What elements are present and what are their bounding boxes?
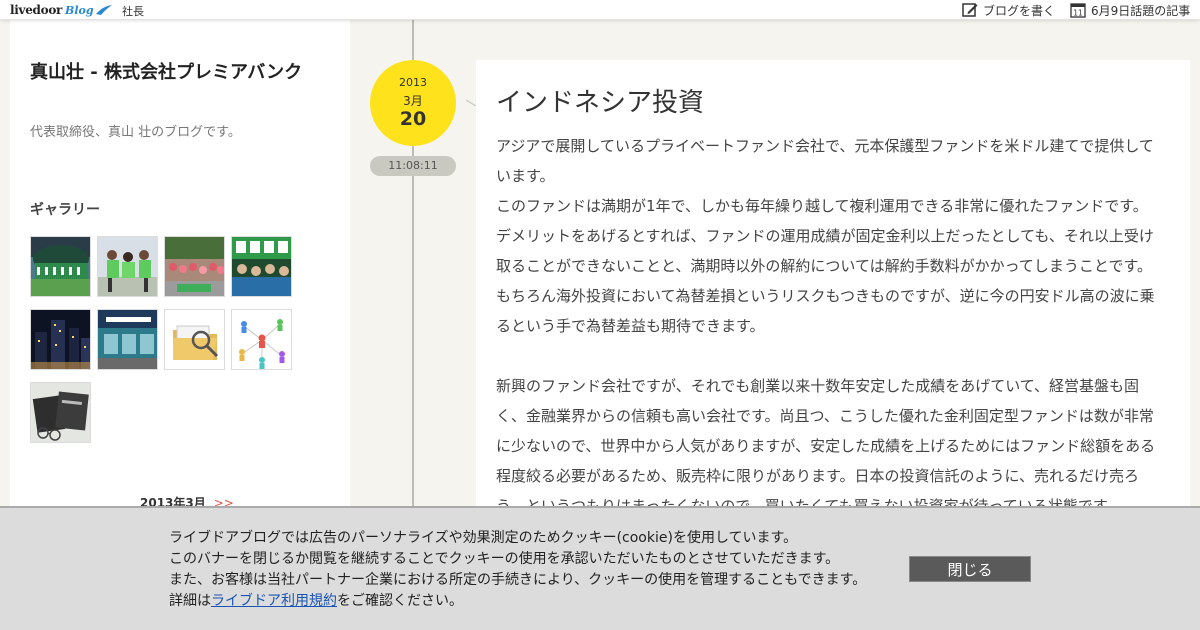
post-date-day: 20 xyxy=(399,108,427,130)
article-card: インドネシア投資 アジアで展開しているプライベートファンド会社で、元本保護型ファ… xyxy=(476,60,1190,506)
cookie-detail-suffix: をご確認ください。 xyxy=(337,593,463,609)
gallery-thumbnail-celebration[interactable] xyxy=(231,236,292,297)
cookie-notice-line: 詳細はライブドア利用規約をご確認ください。 xyxy=(169,591,866,612)
article-paragraph: アジアで展開しているプライベートファンド会社で、元本保護型ファンドを米ドル建てで… xyxy=(496,137,1154,185)
pencil-square-icon xyxy=(962,3,978,17)
cookie-close-button[interactable]: 閉じる xyxy=(909,556,1031,582)
article-paragraph: このファンドは満期が1年で、しかも毎年繰り越して複利運用できる非常に優れたファン… xyxy=(496,197,1148,215)
trending-articles-label: 6月9日話題の記事 xyxy=(1091,3,1191,18)
cookie-notice-text: ライブドアブログでは広告のパーソナライズや効果測定のためクッキー(cookie)… xyxy=(169,528,866,612)
gallery-thumbnail-folder-magnifier[interactable] xyxy=(164,309,225,370)
cookie-consent-banner: ライブドアブログでは広告のパーソナライズや効果測定のためクッキー(cookie)… xyxy=(0,506,1200,630)
article-paragraph: もちろん海外投資において為替差損というリスクもつきものですが、逆に今の円安ドル高… xyxy=(496,287,1155,335)
post-date-month: 3月 xyxy=(403,94,423,108)
cookie-notice-line: ライブドアブログでは広告のパーソナライズや効果測定のためクッキー(cookie)… xyxy=(169,530,798,546)
write-blog-label: ブログを書く xyxy=(983,3,1056,18)
sidebar: 真山壮 - 株式会社プレミアバンク 代表取締役、真山 壮のブログです。 ギャラリ… xyxy=(10,20,350,510)
article-body: アジアで展開しているプライベートファンド会社で、元本保護型ファンドを米ドル建てで… xyxy=(496,131,1164,506)
user-link[interactable]: 社長 xyxy=(122,3,144,19)
post-date-year: 2013 xyxy=(399,76,427,89)
article-title[interactable]: インドネシア投資 xyxy=(496,82,704,119)
gallery-thumbnail-night-city[interactable] xyxy=(30,309,91,370)
terms-of-service-link[interactable]: ライブドア利用規約 xyxy=(211,593,337,609)
cookie-notice-line: また、お客様は当社パートナー企業における所定の手続きにより、クッキーの使用を管理… xyxy=(169,572,867,588)
cookie-notice-line: このバナーを閉じるか閲覧を継続することでクッキーの使用を承認いただいたものとさせ… xyxy=(169,551,840,567)
write-blog-link[interactable]: ブログを書く xyxy=(962,1,1055,19)
calendar-icon: 11 xyxy=(1070,3,1086,18)
logo-swoosh-icon xyxy=(95,5,112,15)
logo-wordmark: livedoor xyxy=(10,3,63,17)
gallery-thumbnail-network-people[interactable] xyxy=(231,309,292,370)
post-date-badge: 2013 3月 20 xyxy=(370,60,456,146)
post-time: 11:08:11 xyxy=(370,156,456,176)
gallery-thumbnail-stadium[interactable] xyxy=(30,236,91,297)
gallery-thumbnail-team-huddle[interactable] xyxy=(97,236,158,297)
logo-blog-word: Blog xyxy=(65,3,94,17)
top-navigation-bar: livedoor Blog 社長 ブログを書く 11 6月9日話題の記事 xyxy=(0,0,1200,20)
article-paragraph: デメリットをあげるとすれば、ファンドの運用成績が固定金利以上だったとしても、それ… xyxy=(496,227,1154,275)
livedoor-blog-logo[interactable]: livedoor Blog xyxy=(10,2,113,18)
article-paragraph: 新興のファンド会社ですが、それでも創業以来十数年安定した成績をあげていて、経営基… xyxy=(496,377,1156,506)
blog-title[interactable]: 真山壮 - 株式会社プレミアバンク xyxy=(30,58,302,84)
gallery-thumbnail-bank-building[interactable] xyxy=(97,309,158,370)
cookie-detail-prefix: 詳細は xyxy=(169,593,211,609)
gallery-thumbnail-marathon[interactable] xyxy=(164,236,225,297)
gallery-heading: ギャラリー xyxy=(30,202,100,218)
gallery-thumbnail-books-glasses[interactable] xyxy=(30,382,91,443)
trending-articles-link[interactable]: 11 6月9日話題の記事 xyxy=(1070,1,1190,19)
calendar-day-number: 11 xyxy=(1073,9,1083,18)
blog-description: 代表取締役、真山 壮のブログです。 xyxy=(30,125,241,140)
